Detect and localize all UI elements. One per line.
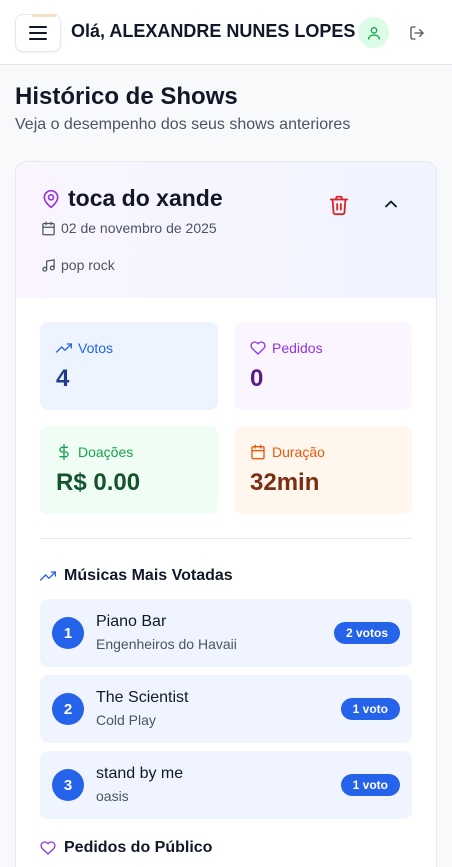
list-item: 3 stand by me oasis 1 voto: [40, 751, 412, 819]
app-header: Olá, ALEXANDRE NUNES LOPES: [0, 0, 452, 65]
menu-icon: [29, 26, 47, 40]
song-rank: 2: [52, 693, 84, 725]
collapse-button[interactable]: [381, 194, 401, 214]
requests-stat: Pedidos 0: [234, 322, 412, 410]
requests-heading: Pedidos do Público: [40, 839, 212, 857]
donations-label: Doações: [78, 444, 134, 460]
dollar-sign-icon: [59, 444, 69, 460]
song-artist: oasis: [96, 788, 129, 804]
menu-button[interactable]: [15, 14, 61, 52]
trash-icon: [329, 195, 349, 216]
show-genre-text: pop rock: [61, 257, 115, 273]
votes-value: 4: [56, 365, 70, 392]
show-card-header[interactable]: toca do xande 02 de novembro de 2025 pop…: [16, 162, 436, 298]
logout-button[interactable]: [405, 21, 429, 45]
duration-value: 32min: [250, 469, 320, 496]
show-date: 02 de novembro de 2025: [41, 220, 217, 236]
map-pin-icon: [43, 189, 59, 209]
vote-count-badge: 1 voto: [340, 774, 400, 796]
requests-title: Pedidos do Público: [64, 839, 213, 856]
song-title: Piano Bar: [96, 613, 167, 630]
votes-label: Votos: [78, 340, 114, 356]
chevron-up-icon: [385, 200, 397, 208]
votes-stat: Votos 4: [40, 322, 218, 410]
show-genre: pop rock: [41, 257, 115, 273]
song-rank: 1: [52, 617, 84, 649]
song-rank: 3: [52, 769, 84, 801]
requests-value: 0: [250, 365, 264, 392]
show-name: toca do xande: [68, 185, 223, 211]
duration-label: Duração: [272, 444, 325, 460]
trending-up-icon: [40, 571, 56, 581]
user-icon: [367, 26, 380, 40]
song-artist: Engenheiros do Havaii: [96, 636, 237, 652]
calendar-icon: [42, 221, 55, 235]
music-icon: [42, 258, 55, 272]
song-title: stand by me: [96, 765, 184, 782]
donations-stat: Doações R$ 0.00: [40, 426, 218, 514]
vote-count-badge: 1 voto: [340, 698, 400, 720]
vote-count-badge: 2 votos: [333, 622, 400, 644]
heart-icon: [250, 341, 266, 355]
requests-label: Pedidos: [272, 340, 323, 356]
list-item: 1 Piano Bar Engenheiros do Havaii 2 voto…: [40, 599, 412, 667]
delete-show-button[interactable]: [328, 194, 350, 216]
song-artist: Cold Play: [96, 712, 156, 728]
trending-up-icon: [56, 343, 72, 353]
top-songs-heading: Músicas Mais Votadas: [40, 567, 233, 585]
user-avatar-button[interactable]: [358, 17, 389, 48]
show-card: toca do xande 02 de novembro de 2025 pop…: [15, 161, 437, 867]
user-greeting: Olá, ALEXANDRE NUNES LOPES: [71, 21, 356, 41]
list-item: 2 The Scientist Cold Play 1 voto: [40, 675, 412, 743]
logout-icon: [410, 26, 424, 40]
show-date-text: 02 de novembro de 2025: [61, 220, 217, 236]
page-subtitle: Veja o desempenho dos seus shows anterio…: [15, 116, 351, 133]
duration-stat: Duração 32min: [234, 426, 412, 514]
donations-value: R$ 0.00: [56, 469, 141, 496]
heart-icon: [40, 841, 56, 855]
top-songs-title: Músicas Mais Votadas: [64, 567, 233, 584]
song-title: The Scientist: [96, 689, 189, 706]
page-title: Histórico de Shows: [15, 83, 238, 110]
calendar-icon: [251, 444, 265, 460]
divider: [40, 538, 412, 539]
